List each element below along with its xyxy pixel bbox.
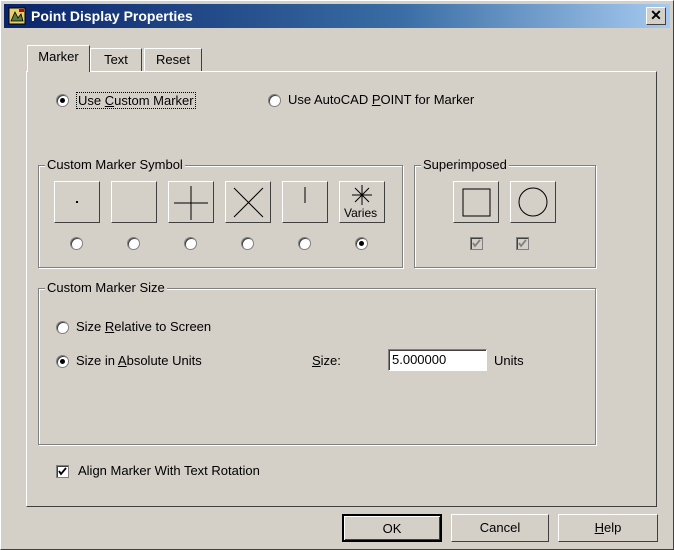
varies-caption: Varies	[344, 206, 378, 220]
tab-text-label: Text	[104, 52, 128, 67]
checkmark-icon	[58, 467, 67, 476]
symbol-blank-button[interactable]	[111, 181, 157, 223]
cancel-button[interactable]: Cancel	[451, 514, 549, 542]
custom-marker-size-group-label: Custom Marker Size	[45, 280, 167, 295]
superimposed-group-label: Superimposed	[421, 157, 509, 172]
size-absolute-radio[interactable]	[56, 355, 69, 368]
symbol-dot-radio[interactable]	[70, 237, 83, 250]
symbol-dot-button[interactable]	[54, 181, 100, 223]
size-absolute-label[interactable]: Size in Absolute Units	[76, 353, 202, 368]
symbol-plus-button[interactable]	[168, 181, 214, 223]
use-autocad-point-radio[interactable]	[268, 94, 281, 107]
tab-reset[interactable]: Reset	[144, 48, 202, 72]
symbol-varies-button[interactable]: Varies	[339, 181, 385, 223]
window-title: Point Display Properties	[31, 8, 193, 24]
tab-text[interactable]: Text	[90, 48, 142, 72]
symbol-tick-button[interactable]	[282, 181, 328, 223]
tab-marker-label: Marker	[38, 49, 79, 64]
custom-marker-symbol-group-label: Custom Marker Symbol	[45, 157, 185, 172]
superimposed-square-checkbox[interactable]	[470, 237, 483, 250]
blank-icon	[112, 182, 158, 224]
symbol-tick-radio[interactable]	[298, 237, 311, 250]
size-relative-label[interactable]: Size Relative to Screen	[76, 319, 211, 334]
size-relative-radio[interactable]	[56, 321, 69, 334]
plus-icon	[174, 186, 208, 220]
size-value-input[interactable]: 5.000000	[388, 349, 487, 371]
tick-icon	[304, 187, 306, 203]
symbol-plus-radio[interactable]	[184, 237, 197, 250]
symbol-cross-button[interactable]	[225, 181, 271, 223]
circle-icon	[518, 187, 548, 217]
title-bar[interactable]: Point Display Properties ✕	[4, 4, 670, 28]
square-icon	[462, 188, 491, 217]
superimposed-square-button[interactable]	[453, 181, 499, 223]
help-button[interactable]: Help	[558, 514, 658, 542]
dot-icon	[76, 201, 78, 203]
superimposed-circle-button[interactable]	[510, 181, 556, 223]
superimposed-circle-checkbox[interactable]	[516, 237, 529, 250]
align-marker-label[interactable]: Align Marker With Text Rotation	[78, 463, 260, 478]
tab-marker[interactable]: Marker	[27, 45, 90, 72]
symbol-cross-radio[interactable]	[241, 237, 254, 250]
units-label: Units	[494, 353, 524, 368]
dialog-window: Point Display Properties ✕ Marker Text R…	[0, 0, 674, 550]
ok-button[interactable]: OK	[342, 514, 442, 542]
use-autocad-point-label[interactable]: Use AutoCAD POINT for Marker	[288, 92, 474, 107]
checkmark-icon	[518, 239, 527, 248]
app-icon	[8, 7, 26, 25]
use-custom-marker-radio[interactable]	[56, 94, 69, 107]
align-marker-checkbox[interactable]	[56, 465, 69, 478]
cross-icon	[233, 187, 264, 218]
tab-reset-label: Reset	[156, 52, 190, 67]
symbol-blank-radio[interactable]	[127, 237, 140, 250]
use-custom-marker-label[interactable]: Use Custom Marker	[76, 92, 196, 109]
close-button[interactable]: ✕	[646, 7, 666, 25]
superimposed-group: Superimposed	[414, 157, 596, 268]
size-field-label: Size:	[312, 353, 341, 368]
symbol-varies-radio[interactable]	[355, 237, 368, 250]
checkmark-icon	[472, 239, 481, 248]
